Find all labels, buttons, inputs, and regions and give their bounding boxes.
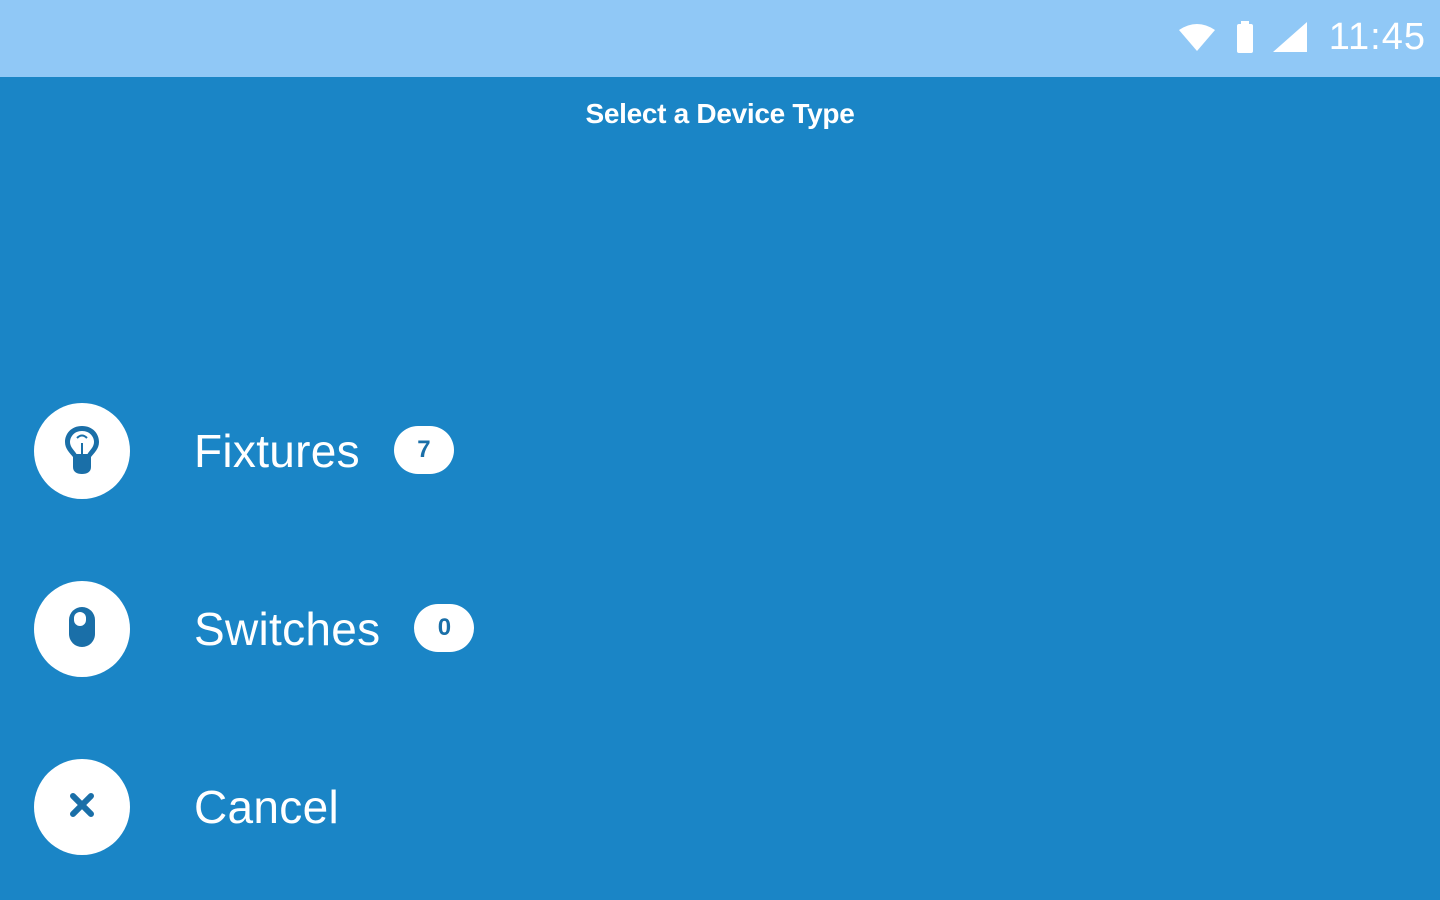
battery-icon bbox=[1235, 21, 1255, 53]
menu-item-switches[interactable]: Switches 0 bbox=[34, 581, 475, 677]
switches-icon-circle[interactable] bbox=[34, 581, 130, 677]
menu-item-cancel[interactable]: Cancel bbox=[34, 759, 339, 855]
close-icon bbox=[69, 792, 95, 823]
status-icons: 11:45 bbox=[1177, 14, 1426, 60]
wifi-icon bbox=[1177, 22, 1217, 52]
switch-icon bbox=[66, 605, 98, 654]
signal-icon bbox=[1272, 22, 1307, 52]
menu-item-fixtures[interactable]: Fixtures 7 bbox=[34, 403, 454, 499]
device-type-screen: 11:45 Select a Device Type Fixtures 7 Sw… bbox=[0, 0, 1440, 900]
cancel-label: Cancel bbox=[194, 781, 339, 833]
page-title: Select a Device Type bbox=[585, 98, 855, 129]
status-clock: 11:45 bbox=[1328, 15, 1426, 58]
fixtures-icon-circle[interactable] bbox=[34, 403, 130, 499]
switches-label: Switches bbox=[194, 603, 381, 655]
fixtures-count-badge: 7 bbox=[393, 426, 454, 474]
fixtures-label: Fixtures bbox=[194, 425, 360, 477]
cancel-icon-circle[interactable] bbox=[34, 759, 130, 855]
switches-count-badge: 0 bbox=[414, 604, 475, 652]
lightbulb-icon bbox=[62, 423, 102, 480]
status-bar: 11:45 bbox=[0, 0, 1440, 77]
